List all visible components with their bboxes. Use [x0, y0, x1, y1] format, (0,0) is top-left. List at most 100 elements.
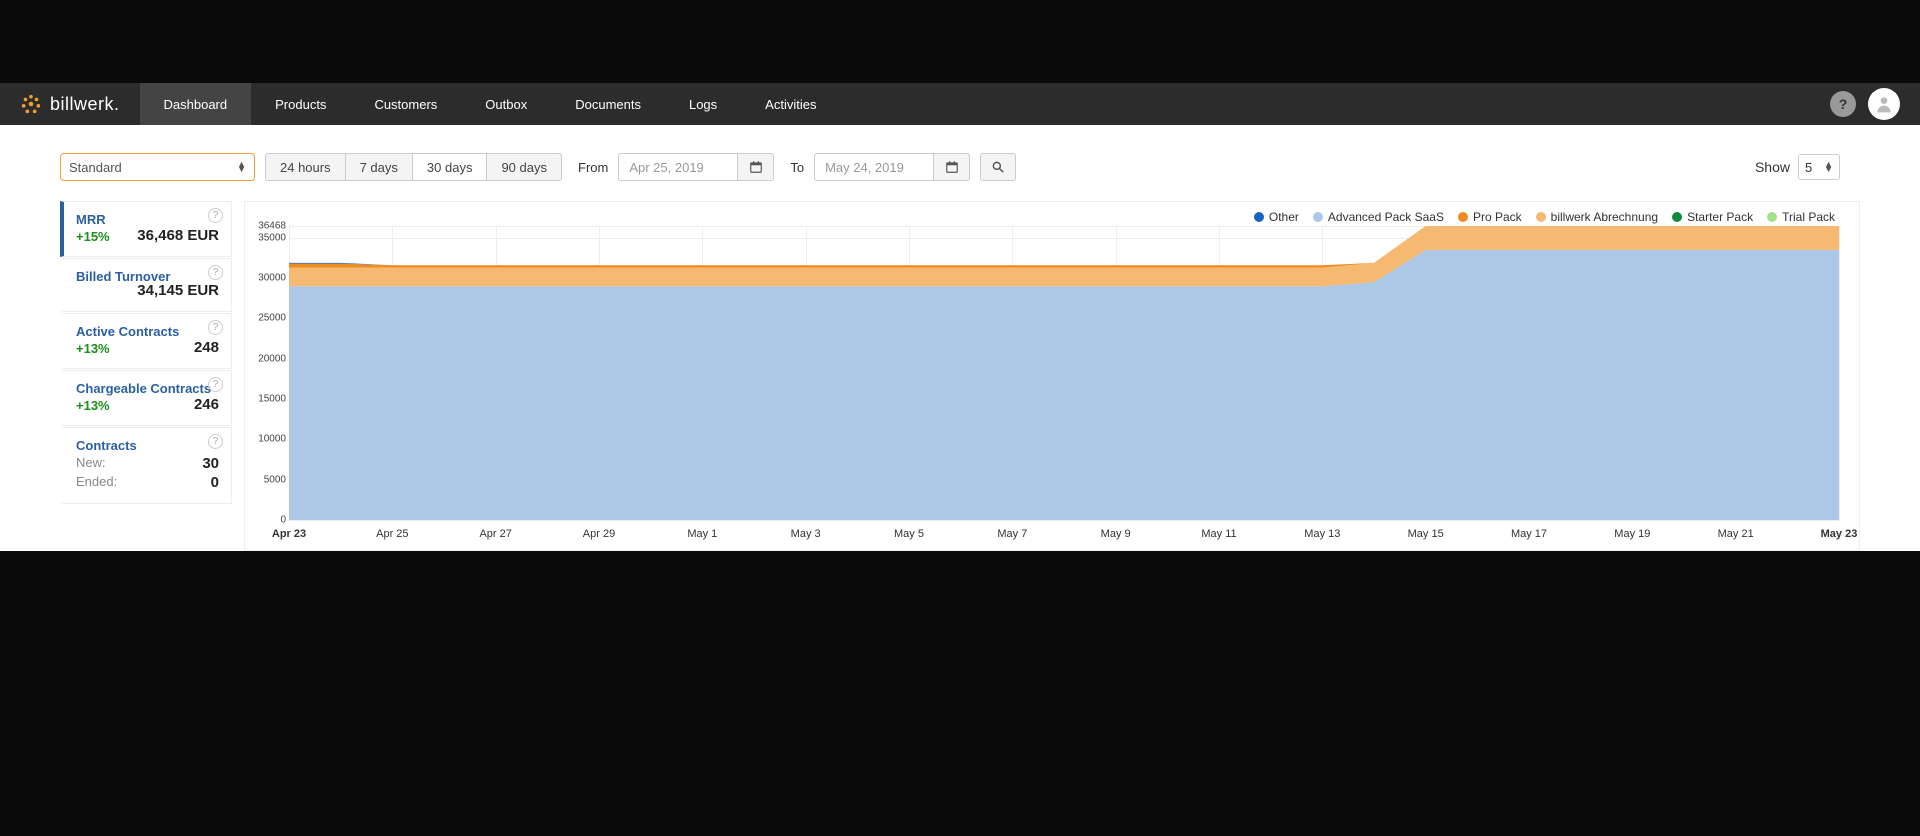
help-icon[interactable]: ?	[208, 265, 223, 280]
to-label: To	[790, 160, 804, 175]
show-label: Show	[1755, 159, 1790, 175]
legend-swatch-icon	[1458, 212, 1468, 222]
brand-text: billwerk.	[50, 94, 120, 115]
kpi-value: 248	[194, 339, 219, 356]
x-tick: May 13	[1304, 528, 1340, 540]
x-tick: Apr 25	[376, 528, 408, 540]
nav-outbox[interactable]: Outbox	[461, 83, 551, 125]
kpi-title: MRR	[76, 212, 219, 227]
kpi-row: New: 30	[76, 455, 219, 472]
y-tick: 5000	[249, 474, 289, 485]
help-icon[interactable]: ?	[208, 377, 223, 392]
range-90-days[interactable]: 90 days	[486, 153, 562, 181]
content-area: Standard ▲▼ 24 hours7 days30 days90 days…	[0, 125, 1920, 551]
legend-billwerk-abrechnung[interactable]: billwerk Abrechnung	[1536, 210, 1658, 224]
kpi-value: 34,145 EUR	[137, 282, 219, 299]
chart-areas	[289, 226, 1839, 520]
range-buttons: 24 hours7 days30 days90 days	[265, 153, 562, 181]
x-tick: Apr 23	[272, 528, 306, 540]
x-tick: May 5	[894, 528, 924, 540]
select-arrows-icon: ▲▼	[237, 162, 246, 173]
kpi-contracts[interactable]: Contracts? New: 30 Ended: 0	[60, 427, 232, 504]
search-button[interactable]	[980, 153, 1016, 181]
kpi-row-label: New:	[76, 455, 106, 472]
y-axis: 3646835000300002500020000150001000050000	[249, 226, 289, 520]
y-tick: 15000	[249, 394, 289, 405]
kpi-row-label: Ended:	[76, 474, 117, 491]
legend-swatch-icon	[1672, 212, 1682, 222]
brand-icon	[20, 93, 42, 115]
nav-activities[interactable]: Activities	[741, 83, 840, 125]
nav-right: ?	[1830, 83, 1920, 125]
y-tick: 0	[249, 515, 289, 526]
kpi-title: Chargeable Contracts	[76, 381, 219, 396]
nav-documents[interactable]: Documents	[551, 83, 665, 125]
y-tick: 36468	[249, 221, 289, 232]
help-icon[interactable]: ?	[208, 434, 223, 449]
x-tick: May 15	[1408, 528, 1444, 540]
range-7-days[interactable]: 7 days	[345, 153, 412, 181]
kpi-chargeable-contracts[interactable]: Chargeable Contracts?+13%246	[60, 370, 232, 426]
avatar[interactable]	[1868, 88, 1900, 120]
kpi-active-contracts[interactable]: Active Contracts?+13%248	[60, 313, 232, 369]
area-advanced-pack-saas	[289, 250, 1839, 520]
from-label: From	[578, 160, 608, 175]
select-arrows-icon: ▲▼	[1824, 162, 1833, 173]
kpi-billed-turnover[interactable]: Billed Turnover?34,145 EUR	[60, 258, 232, 312]
help-icon[interactable]: ?	[1830, 91, 1856, 117]
toolbar: Standard ▲▼ 24 hours7 days30 days90 days…	[60, 153, 1860, 181]
legend-other[interactable]: Other	[1254, 210, 1299, 224]
show-control: Show 5 ▲▼	[1755, 154, 1840, 180]
y-tick: 20000	[249, 353, 289, 364]
legend-swatch-icon	[1767, 212, 1777, 222]
x-tick: May 1	[687, 528, 717, 540]
nav-products[interactable]: Products	[251, 83, 350, 125]
chart-body: 3646835000300002500020000150001000050000	[289, 226, 1839, 520]
legend-label: Starter Pack	[1687, 210, 1753, 224]
nav-logs[interactable]: Logs	[665, 83, 741, 125]
legend-starter-pack[interactable]: Starter Pack	[1672, 210, 1753, 224]
legend-trial-pack[interactable]: Trial Pack	[1767, 210, 1835, 224]
legend-swatch-icon	[1254, 212, 1264, 222]
legend-label: billwerk Abrechnung	[1551, 210, 1658, 224]
to-date-input[interactable]: May 24, 2019	[814, 153, 934, 181]
x-tick: Apr 27	[479, 528, 511, 540]
legend-pro-pack[interactable]: Pro Pack	[1458, 210, 1522, 224]
kpi-row: Ended: 0	[76, 474, 219, 491]
kpi-title: Active Contracts	[76, 324, 219, 339]
legend-label: Pro Pack	[1473, 210, 1522, 224]
legend-advanced-pack-saas[interactable]: Advanced Pack SaaS	[1313, 210, 1444, 224]
chart-legend: Other Advanced Pack SaaS Pro Pack billwerk …	[1254, 210, 1835, 224]
show-value: 5	[1805, 160, 1812, 175]
help-icon[interactable]: ?	[208, 208, 223, 223]
from-date-input[interactable]: Apr 25, 2019	[618, 153, 738, 181]
kpi-row-value: 0	[211, 474, 219, 491]
to-calendar-button[interactable]	[934, 153, 970, 181]
x-tick: May 11	[1201, 528, 1236, 540]
nav-customers[interactable]: Customers	[350, 83, 461, 125]
x-tick: May 17	[1511, 528, 1547, 540]
kpi-mrr[interactable]: MRR?+15%36,468 EUR	[60, 201, 232, 257]
range-30-days[interactable]: 30 days	[412, 153, 487, 181]
x-tick: May 9	[1101, 528, 1131, 540]
x-tick: Apr 29	[583, 528, 615, 540]
view-select[interactable]: Standard ▲▼	[60, 153, 255, 181]
kpi-sidebar: MRR?+15%36,468 EURBilled Turnover?34,145…	[60, 201, 232, 505]
legend-swatch-icon	[1313, 212, 1323, 222]
kpi-value: 36,468 EUR	[137, 227, 219, 244]
navbar: billwerk. DashboardProductsCustomersOutb…	[0, 83, 1920, 125]
view-select-value: Standard	[69, 160, 122, 175]
nav-dashboard[interactable]: Dashboard	[140, 83, 252, 125]
from-calendar-button[interactable]	[738, 153, 774, 181]
show-select[interactable]: 5 ▲▼	[1798, 154, 1840, 180]
help-icon[interactable]: ?	[208, 320, 223, 335]
nav-items: DashboardProductsCustomersOutboxDocument…	[140, 83, 841, 125]
legend-swatch-icon	[1536, 212, 1546, 222]
brand-logo[interactable]: billwerk.	[0, 83, 140, 125]
kpi-row-value: 30	[202, 455, 219, 472]
x-tick: May 7	[997, 528, 1027, 540]
legend-label: Trial Pack	[1782, 210, 1835, 224]
kpi-title: Contracts	[76, 438, 219, 453]
range-24-hours[interactable]: 24 hours	[265, 153, 345, 181]
y-tick: 35000	[249, 232, 289, 243]
